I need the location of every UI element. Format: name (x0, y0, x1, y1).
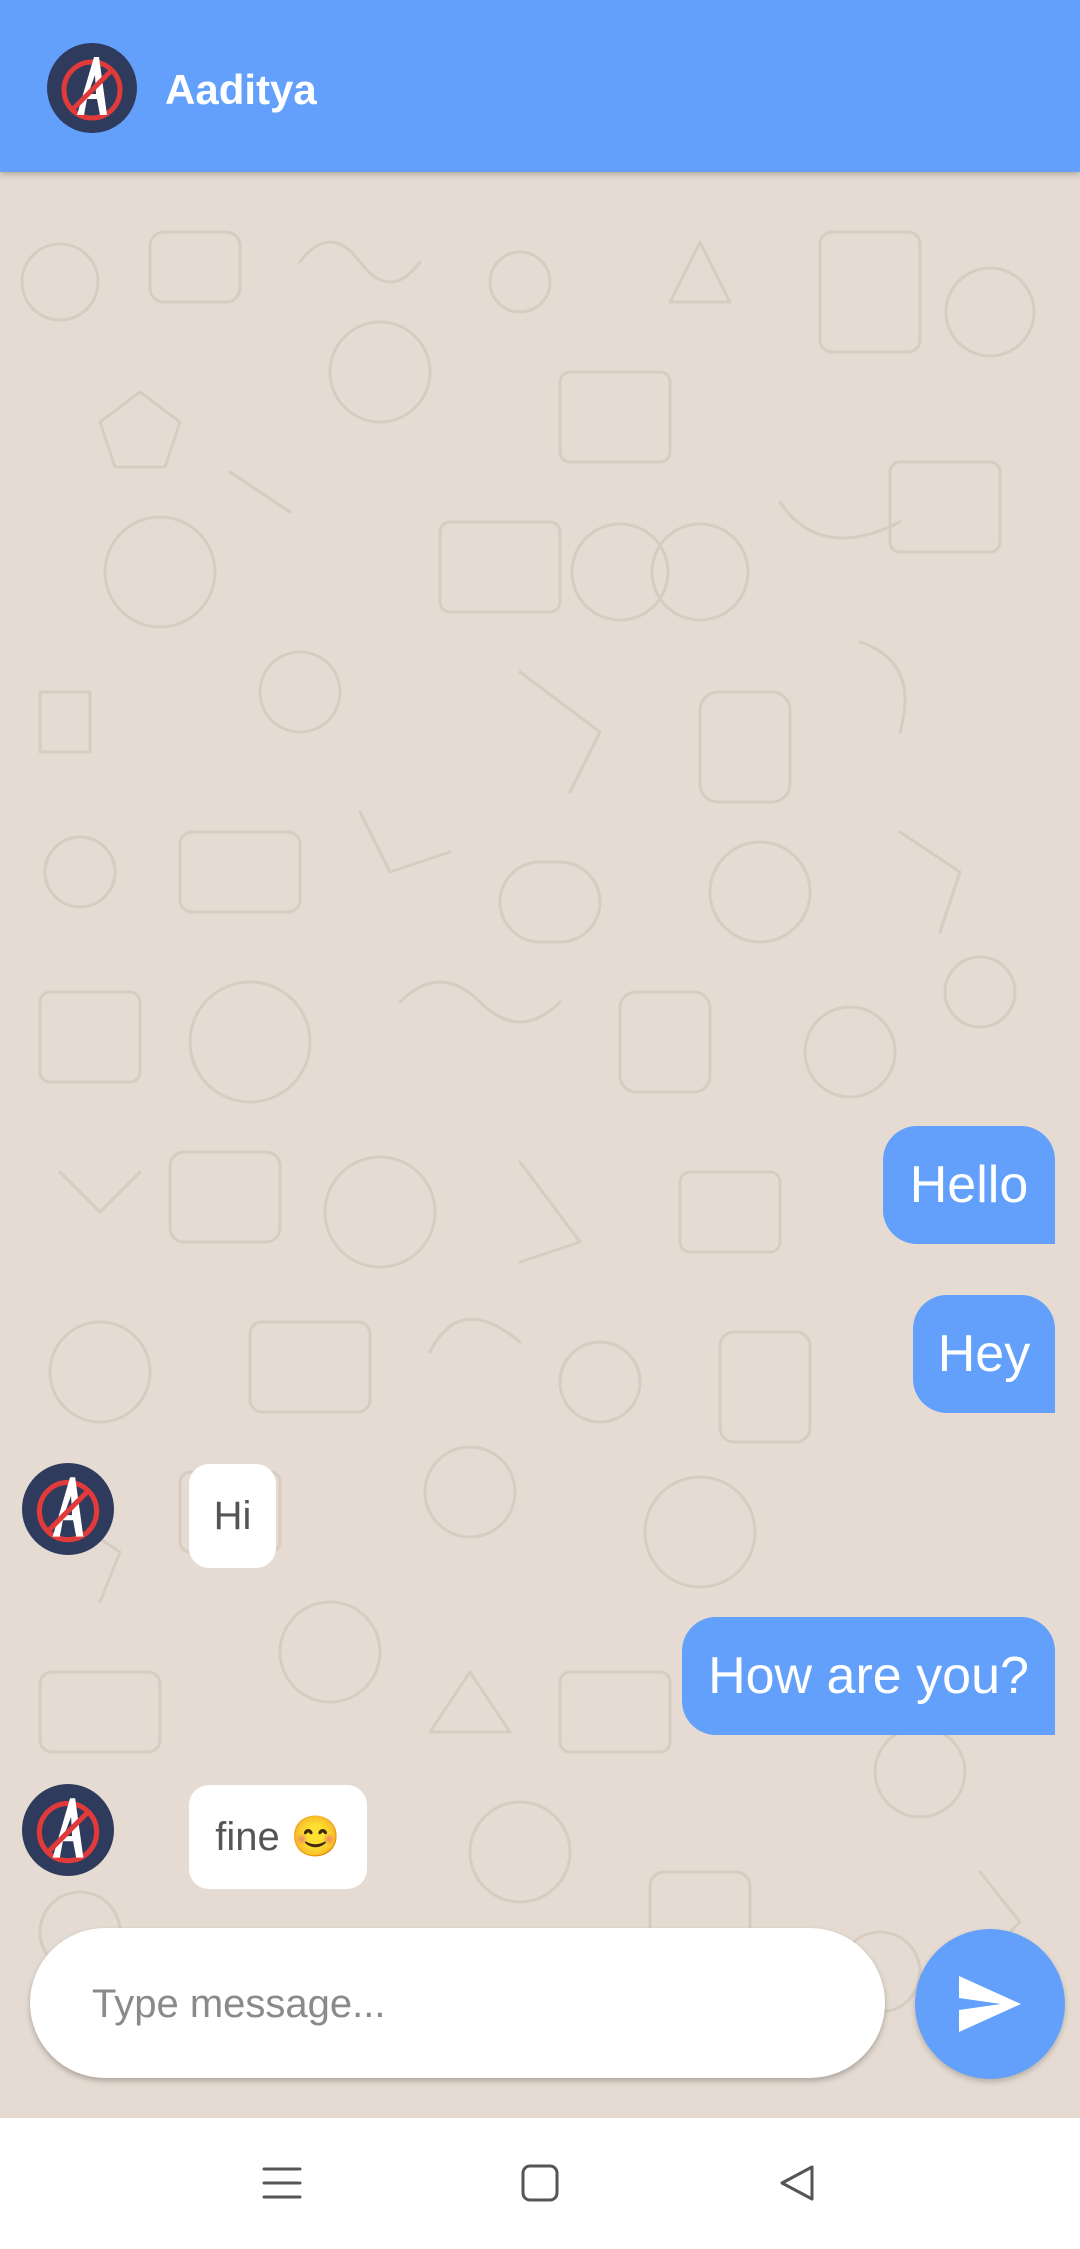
nav-home-button[interactable] (505, 2148, 575, 2218)
message-avatar[interactable] (22, 1463, 114, 1555)
message-input[interactable] (90, 1968, 854, 2040)
send-icon (959, 1976, 1021, 2032)
contact-avatar[interactable] (47, 43, 137, 133)
message-bubble-sent[interactable]: How are you? (682, 1617, 1055, 1735)
home-square-icon (521, 2164, 559, 2202)
message-avatar[interactable] (22, 1784, 114, 1876)
menu-icon (262, 2167, 302, 2199)
back-triangle-icon (780, 2165, 814, 2201)
message-composer (30, 1928, 885, 2078)
nav-back-button[interactable] (762, 2148, 832, 2218)
send-button[interactable] (915, 1929, 1065, 2079)
nav-menu-button[interactable] (247, 2148, 317, 2218)
message-bubble-received[interactable]: Hi (189, 1464, 276, 1568)
system-nav-bar (0, 2118, 1080, 2249)
message-bubble-sent[interactable]: Hey (913, 1295, 1055, 1413)
contact-name[interactable]: Aaditya (165, 62, 317, 118)
chat-header: Aaditya (0, 0, 1080, 172)
message-bubble-received[interactable]: fine 😊 (189, 1785, 367, 1889)
message-bubble-sent[interactable]: Hello (883, 1126, 1055, 1244)
